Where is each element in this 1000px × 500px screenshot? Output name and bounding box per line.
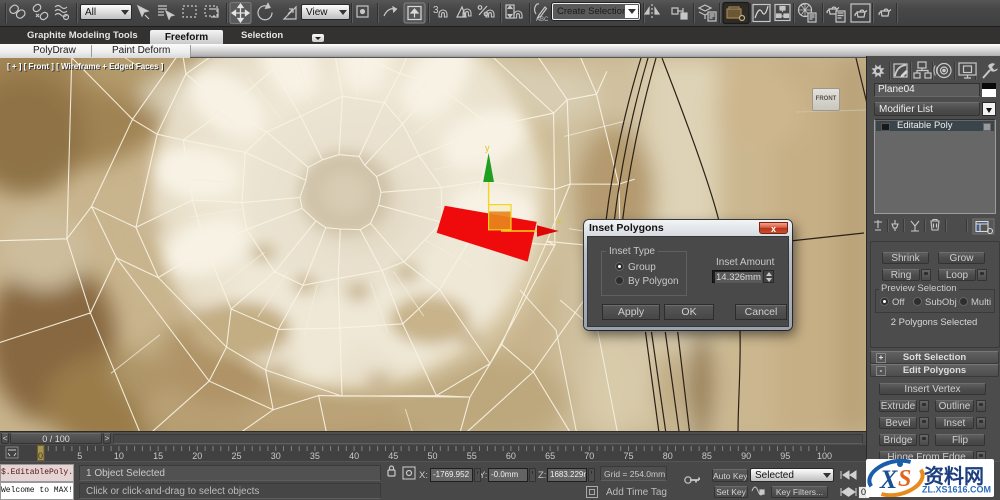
svg-text:ABC: ABC — [536, 17, 549, 23]
svg-text:15: 15 — [153, 451, 163, 461]
svg-text:80: 80 — [663, 451, 673, 461]
svg-text:85: 85 — [702, 451, 712, 461]
svg-text:95: 95 — [780, 451, 790, 461]
svg-text:40: 40 — [349, 451, 359, 461]
svg-text:0: 0 — [38, 451, 43, 461]
svg-text:x: x — [557, 216, 562, 226]
svg-text:20: 20 — [192, 451, 202, 461]
svg-text:35: 35 — [310, 451, 320, 461]
svg-text:25: 25 — [231, 451, 241, 461]
svg-text:50: 50 — [427, 451, 437, 461]
svg-text:X: X — [879, 465, 898, 494]
svg-text:5: 5 — [77, 451, 82, 461]
svg-text:y: y — [485, 143, 490, 153]
svg-text:55: 55 — [467, 451, 477, 461]
svg-text:45: 45 — [388, 451, 398, 461]
svg-text:ZL.XS1616.COM: ZL.XS1616.COM — [922, 485, 991, 495]
svg-text:X:: X: — [419, 470, 428, 481]
svg-text:Z:: Z: — [538, 470, 546, 481]
svg-text:S: S — [898, 466, 911, 492]
svg-text:90: 90 — [741, 451, 751, 461]
svg-text:30: 30 — [271, 451, 281, 461]
svg-text:10: 10 — [114, 451, 124, 461]
svg-text:75: 75 — [623, 451, 633, 461]
svg-text:70: 70 — [584, 451, 594, 461]
svg-text:100: 100 — [817, 451, 832, 461]
svg-text:65: 65 — [545, 451, 555, 461]
svg-text:3: 3 — [433, 5, 439, 16]
svg-text:60: 60 — [506, 451, 516, 461]
